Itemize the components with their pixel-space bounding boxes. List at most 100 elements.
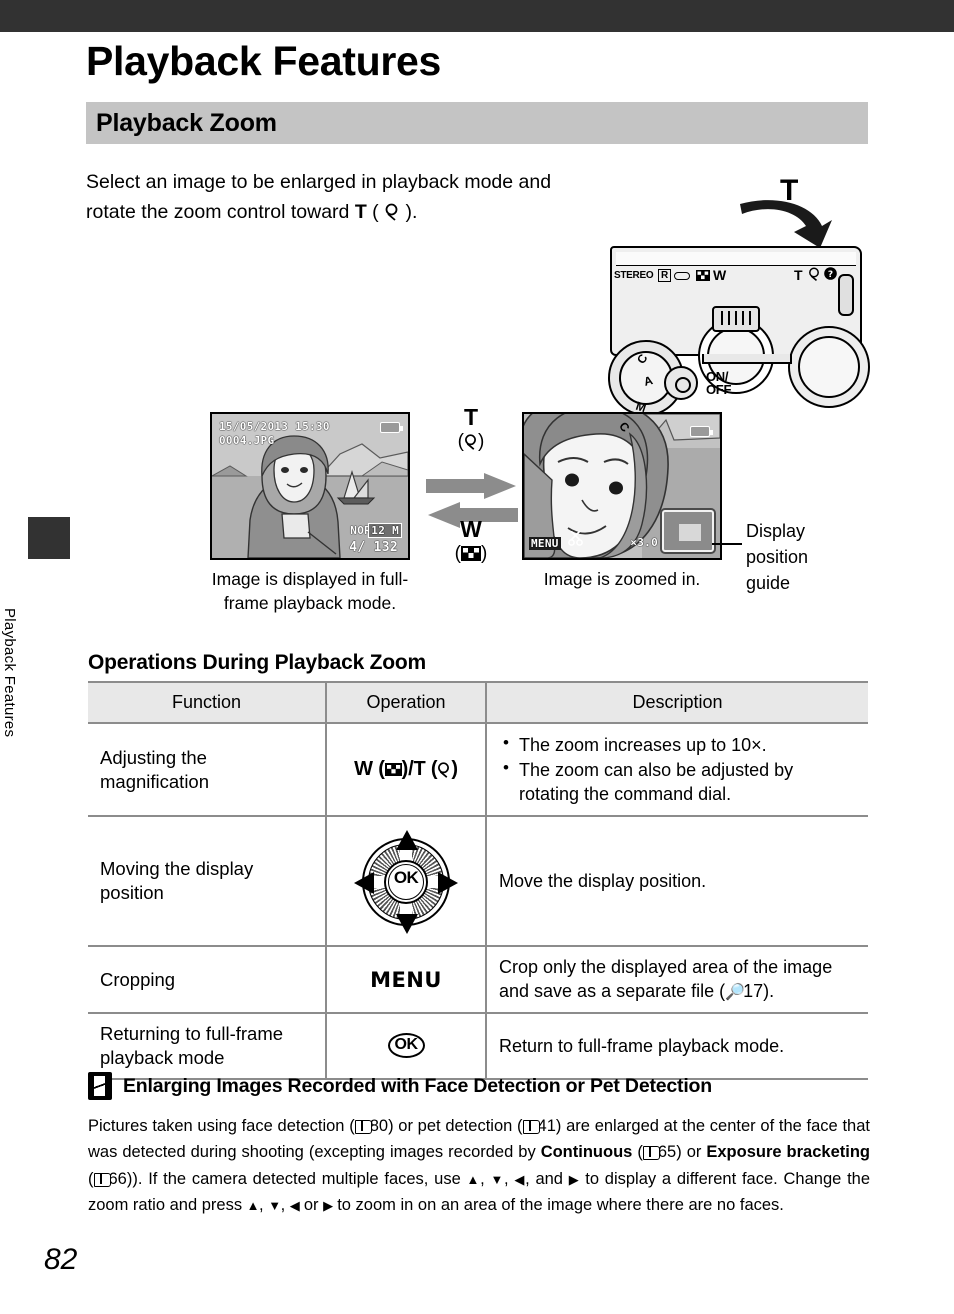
note-ref1: 80 [369, 1117, 389, 1135]
wide-key: W [354, 758, 373, 781]
row-function-returning-full-frame: Returning to full-frame playback mode [88, 1011, 327, 1080]
arrow-left-icon: ◀ [514, 1171, 526, 1187]
note-bold-continuous: Continuous [540, 1143, 633, 1162]
operations-heading: Operations During Playback Zoom [88, 651, 427, 675]
page-title: Playback Features [86, 38, 441, 84]
manual-ref-icon [93, 1172, 111, 1187]
table-row: Cropping MENU Crop only the displayed ar… [88, 945, 868, 1014]
camera-tele-key-label: T [794, 267, 803, 283]
zoom-in-arrow [426, 473, 516, 499]
ok-center-label: OK [393, 868, 419, 888]
camera-onoff-label: ON/OFF [706, 369, 732, 397]
intro-paren-open: ( [366, 200, 379, 223]
manual-ref-icon [642, 1146, 660, 1161]
sidebar-chapter-label: Playback Features [1, 608, 18, 738]
arrow-down-icon: ▼ [268, 1198, 281, 1214]
row-description-returning-full-frame: Return to full-frame playback mode. [486, 1011, 868, 1080]
table-row: Adjusting themagnification W ()/T () The… [88, 721, 868, 818]
magnifier-icon [379, 201, 406, 223]
crop-scissors-icon [568, 530, 584, 551]
camera-r-mark: R [658, 269, 671, 282]
camera-wide-label: W [713, 267, 726, 283]
bullet-item: The zoom increases up to 10×. [503, 732, 856, 757]
operations-table: Function Operation Description Adjusting… [88, 681, 868, 1080]
note-title: Enlarging Images Recorded with Face Dete… [123, 1074, 712, 1097]
tele-letter: T [463, 404, 479, 430]
caption-left-line1: Image is displayed in full- [211, 569, 409, 589]
row-function-adjusting-magnification: Adjusting the magnification [88, 721, 327, 818]
intro-line-1: Select an image to be enlarged in playba… [86, 171, 552, 193]
note-bold-exposure-bracketing: Exposure bracketing [706, 1143, 870, 1162]
wide-letter: W [460, 516, 482, 542]
crop-desc-ref: 17 [743, 981, 764, 1002]
note-t5: ) or [676, 1143, 707, 1162]
guide-label-line3: guide [746, 573, 791, 594]
e-ref-icon: 🔎 [725, 984, 745, 1002]
row-description-cropping: Crop only the displayed area of the imag… [486, 945, 868, 1014]
thumbnail-grid-icon [696, 268, 710, 286]
magnifier-icon [437, 758, 451, 780]
magnifier-icon [808, 267, 821, 286]
bullet-item: The zoom can also be adjusted by rotatin… [503, 757, 856, 806]
camera-top-strip [616, 252, 856, 266]
display-position-guide-icon [662, 510, 714, 552]
battery-icon [690, 426, 713, 437]
row-function-moving-display-position: Moving the display position [88, 815, 327, 948]
pencil-note-icon [88, 1072, 112, 1100]
intro-line-2-end: ). [405, 200, 418, 223]
sidebar-chapter-tab [28, 517, 70, 559]
arrow-left-icon: ◀ [289, 1198, 300, 1214]
arrow-up-icon: ▲ [466, 1171, 481, 1187]
ok-key-icon: OK [387, 1033, 425, 1059]
crop-desc-post: ). [763, 981, 775, 1002]
battery-icon [380, 422, 403, 433]
camera-speaker-hole [674, 272, 690, 280]
note-t7: )). If the camera detected multiple face… [126, 1169, 467, 1188]
caption-full-frame: Image is displayed in full- frame playba… [198, 568, 422, 615]
arrow-up-icon [396, 830, 418, 851]
section-band: Playback Zoom [86, 102, 868, 145]
camera-power-button [664, 366, 698, 400]
arrow-down-icon: ▼ [490, 1171, 505, 1187]
tele-key: T [413, 758, 426, 781]
tele-direction-label: T () [426, 404, 516, 453]
curved-rotate-arrow-icon [740, 200, 832, 248]
note-ref3: 65 [657, 1143, 677, 1162]
page-top-bar [0, 0, 954, 32]
note-header: Enlarging Images Recorded with Face Dete… [88, 1072, 870, 1100]
note-t8: , and [525, 1169, 569, 1188]
help-question-icon: ? [824, 267, 837, 285]
camera-bottom-foot [702, 354, 792, 364]
note-ref4: 66 [108, 1169, 127, 1188]
column-header-operation: Operation [326, 681, 487, 724]
guide-label-line2: position [746, 547, 809, 568]
camera-top-illustration: T STEREO R W T ? C A M C ON/OFF [600, 172, 880, 435]
arrow-right-icon: ▶ [323, 1198, 333, 1214]
row-operation-menu-key: MENU [326, 945, 487, 1014]
camera-grip [838, 274, 854, 316]
page-header-block: Playback Features Playback Zoom [86, 36, 868, 145]
lcd-image-size-badge: 12 M [368, 523, 402, 538]
caption-zoomed: Image is zoomed in. [543, 569, 701, 589]
guide-label-line1: Display [746, 521, 806, 541]
camera-shutter-button [712, 306, 760, 332]
wide-thumbnail-icon: () [454, 543, 488, 564]
menu-key-label: MENU [370, 967, 442, 992]
lcd-datetime: 15/05/2013 15:30 [219, 420, 330, 433]
note-t11: to zoom in on an area of the image where… [332, 1196, 784, 1215]
arrow-down-icon [396, 914, 418, 935]
note-block: Enlarging Images Recorded with Face Dete… [88, 1072, 870, 1219]
column-header-description: Description [486, 681, 868, 724]
page-number: 82 [44, 1243, 78, 1276]
manual-ref-icon [354, 1120, 372, 1134]
row-operation-ok-key: OK [326, 1011, 487, 1080]
menu-key-badge: MENU [529, 537, 561, 550]
row-operation-multi-selector: OK [326, 815, 487, 948]
section-band-label: Playback Zoom [96, 108, 277, 137]
caption-left-line2: frame playback mode. [223, 592, 397, 613]
note-ref2: 41 [537, 1117, 556, 1135]
camera-stereo-label: STEREO [614, 270, 654, 281]
note-t4: ( [632, 1143, 643, 1162]
intro-line-2-pre: rotate the zoom control toward [86, 200, 355, 223]
note-body: Pictures taken using face detection (80)… [88, 1117, 871, 1215]
